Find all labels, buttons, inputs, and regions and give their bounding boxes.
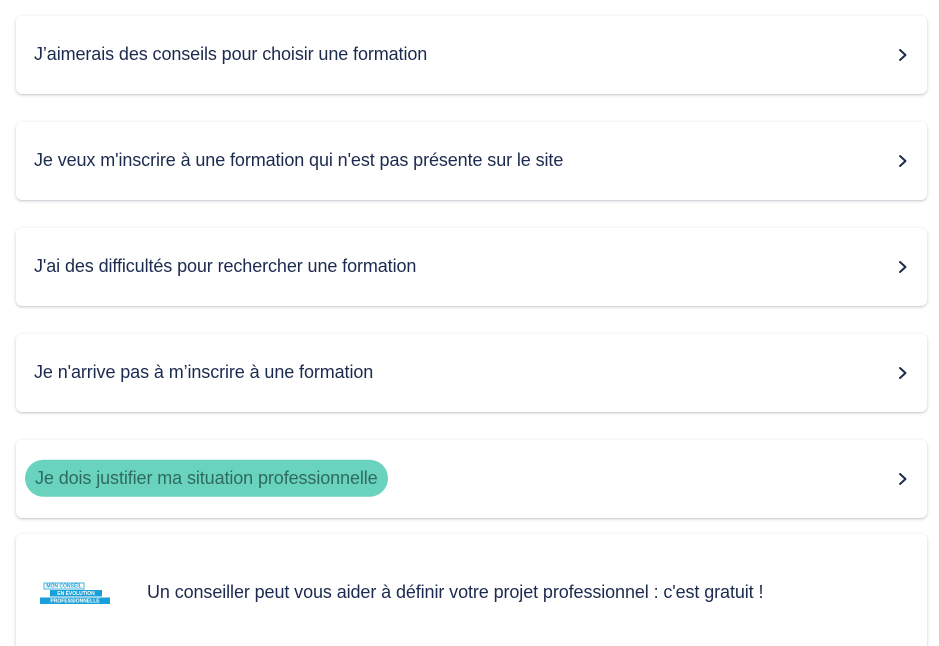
topic-card-choose-training[interactable]: J’aimerais des conseils pour choisir une…: [16, 16, 927, 94]
chevron-right-icon: [896, 472, 910, 486]
topic-card-cannot-register[interactable]: Je n'arrive pas à m’inscrire à une forma…: [16, 334, 927, 412]
topic-label-highlighted: Je dois justifier ma situation professio…: [25, 459, 388, 497]
advisor-promo-card[interactable]: MON CONSEIL EN ÉVOLUTION PROFESSIONNELLE…: [16, 534, 927, 646]
topic-label: J’aimerais des conseils pour choisir une…: [34, 44, 428, 65]
logo-line-2: EN ÉVOLUTION: [57, 589, 95, 597]
topic-label: Je n'arrive pas à m’inscrire à une forma…: [34, 362, 374, 383]
cep-logo: MON CONSEIL EN ÉVOLUTION PROFESSIONNELLE: [40, 582, 110, 606]
chevron-right-icon: [896, 366, 910, 380]
help-topics-list: J’aimerais des conseils pour choisir une…: [0, 0, 939, 646]
topic-label: J'ai des difficultés pour rechercher une…: [34, 256, 417, 277]
topic-label: Je veux m'inscrire à une formation qui n…: [34, 150, 564, 171]
chevron-right-icon: [896, 260, 910, 274]
topic-card-training-not-listed[interactable]: Je veux m'inscrire à une formation qui n…: [16, 122, 927, 200]
chevron-right-icon: [896, 48, 910, 62]
chevron-right-icon: [896, 154, 910, 168]
logo-line-1: MON CONSEIL: [46, 584, 81, 590]
logo-line-3: PROFESSIONNELLE: [50, 599, 100, 605]
promo-text: Un conseiller peut vous aider à définir …: [147, 582, 764, 602]
topic-card-search-difficulties[interactable]: J'ai des difficultés pour rechercher une…: [16, 228, 927, 306]
topic-card-justify-situation[interactable]: Je dois justifier ma situation professio…: [16, 440, 927, 518]
